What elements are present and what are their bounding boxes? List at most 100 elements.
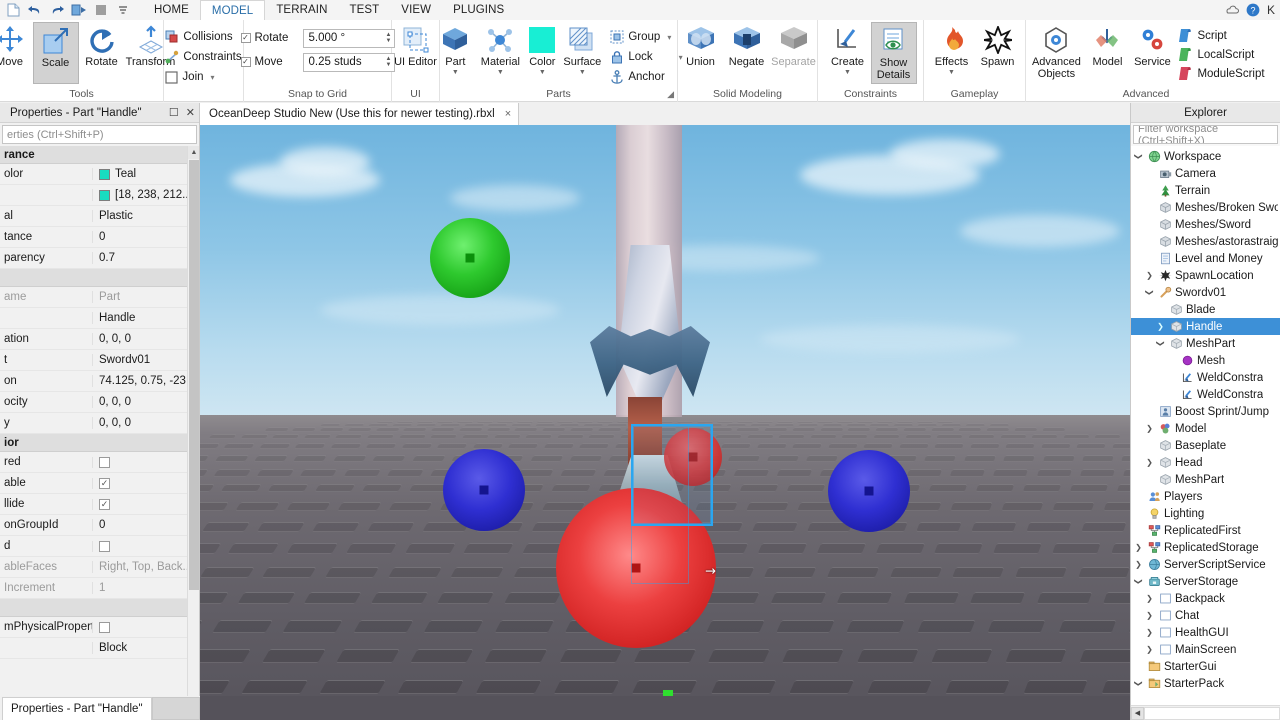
explorer-item-meshes-sword[interactable]: Meshes/Sword — [1131, 216, 1280, 233]
properties-list[interactable]: ▲ ▼ rance olor Teal [18, 238, 212... al Plast… — [0, 146, 199, 720]
surface-button[interactable]: Surface ▼ — [560, 22, 604, 84]
chevron-down-icon[interactable]: ❯ — [1134, 576, 1143, 587]
scroll-up-icon[interactable]: ▲ — [188, 146, 199, 159]
parts-dialog-launcher-icon[interactable]: ◢ — [667, 89, 674, 100]
color-caret-icon[interactable]: ▼ — [539, 69, 546, 76]
property-row[interactable]: parency 0.7 — [0, 248, 199, 269]
snap-move-checkbox[interactable]: ✓ — [240, 57, 251, 67]
property-value[interactable]: Teal — [92, 168, 199, 180]
model-button[interactable]: Model — [1085, 22, 1129, 84]
chevron-down-icon[interactable]: ❯ — [1145, 287, 1154, 298]
property-value[interactable]: 0, 0, 0 — [92, 333, 199, 345]
properties-scrollbar[interactable]: ▲ ▼ — [187, 146, 199, 720]
tab-plugins[interactable]: PLUGINS — [442, 0, 515, 20]
explorer-hscrollbar[interactable]: ◀ — [1131, 705, 1280, 720]
property-category-row[interactable]: ior — [0, 434, 199, 452]
property-row[interactable]: [18, 238, 212... — [0, 185, 199, 206]
property-row[interactable]: tance 0 — [0, 227, 199, 248]
snap-rotate-stepper[interactable]: ▲ ▼ — [386, 32, 392, 44]
explorer-item-mesh[interactable]: Mesh — [1131, 352, 1280, 369]
explorer-tree[interactable]: ❯ Workspace Camera Terrain Meshes/Broken Swo… — [1131, 146, 1280, 705]
negate-button[interactable]: Negate — [724, 22, 770, 84]
explorer-item-head[interactable]: ❯ Head — [1131, 454, 1280, 471]
property-value[interactable]: Plastic — [92, 210, 199, 222]
property-row[interactable]: on 74.125, 0.75, -23... — [0, 371, 199, 392]
property-checkbox[interactable]: ✓ — [99, 477, 110, 489]
join-caret-icon[interactable]: ▾ — [208, 73, 215, 82]
bottom-task-tab-properties[interactable]: Properties - Part "Handle" — [2, 696, 152, 720]
explorer-item-workspace[interactable]: ❯ Workspace — [1131, 148, 1280, 165]
material-button[interactable]: Material ▼ — [476, 22, 524, 84]
color-swatch[interactable] — [99, 168, 110, 180]
chevron-right-icon[interactable]: ❯ — [1155, 322, 1166, 331]
explorer-item-terrain[interactable]: Terrain — [1131, 182, 1280, 199]
close-icon[interactable]: × — [505, 108, 511, 120]
explorer-item-meshpart[interactable]: MeshPart — [1131, 471, 1280, 488]
chevron-right-icon[interactable]: ❯ — [1144, 271, 1155, 280]
stop-icon[interactable] — [91, 1, 111, 19]
property-row[interactable]: ocity 0, 0, 0 — [0, 392, 199, 413]
effects-caret-icon[interactable]: ▼ — [948, 69, 955, 76]
property-row[interactable]: t Swordv01 — [0, 350, 199, 371]
property-value[interactable]: 1 — [92, 582, 199, 594]
run-icon[interactable] — [69, 1, 89, 19]
surface-caret-icon[interactable]: ▼ — [579, 69, 586, 76]
property-value[interactable]: 0 — [92, 231, 199, 243]
snap-move-input[interactable]: 0.25 studs ▲ ▼ — [302, 52, 395, 72]
property-value[interactable] — [92, 621, 199, 633]
chevron-right-icon[interactable]: ❯ — [1133, 543, 1144, 552]
property-row[interactable]: Handle — [0, 308, 199, 329]
property-value[interactable]: 0, 0, 0 — [92, 396, 199, 408]
cloud-icon[interactable] — [1225, 5, 1239, 15]
join-toggle[interactable]: Join ▾ — [165, 67, 241, 87]
property-checkbox[interactable] — [99, 456, 110, 468]
property-value[interactable]: [18, 238, 212... — [92, 189, 199, 201]
property-checkbox[interactable]: ✓ — [99, 498, 110, 510]
property-row[interactable]: Block — [0, 638, 199, 659]
modulescript-button[interactable]: ModuleScript — [1175, 64, 1265, 83]
group-caret-icon[interactable]: ▾ — [664, 33, 671, 42]
explorer-item-meshes-astorastraig[interactable]: Meshes/astorastraig — [1131, 233, 1280, 250]
advanced-objects-button[interactable]: Advanced Objects — [1027, 22, 1085, 84]
property-row[interactable]: ation 0, 0, 0 — [0, 329, 199, 350]
explorer-item-players[interactable]: Players — [1131, 488, 1280, 505]
tab-home[interactable]: HOME — [143, 0, 200, 20]
property-value[interactable] — [92, 540, 199, 552]
chevron-down-icon[interactable]: ❯ — [1134, 151, 1143, 162]
color-swatch[interactable] — [99, 189, 110, 201]
localscript-button[interactable]: LocalScript — [1175, 45, 1264, 64]
snap-rotate-input[interactable]: 5.000 ° ▲ ▼ — [302, 28, 395, 48]
property-row[interactable]: mPhysicalProperties — [0, 617, 199, 638]
effects-button[interactable]: Effects ▼ — [929, 22, 975, 84]
chevron-right-icon[interactable]: ❯ — [1133, 560, 1144, 569]
redo-icon[interactable] — [47, 1, 67, 19]
property-row[interactable]: onGroupId 0 — [0, 515, 199, 536]
property-row[interactable]: Increment 1 — [0, 578, 199, 599]
snap-move-stepper[interactable]: ▲ ▼ — [386, 56, 392, 68]
document-tab[interactable]: OceanDeep Studio New (Use this for newer… — [200, 103, 520, 125]
union-button[interactable]: Union — [678, 22, 724, 84]
chevron-right-icon[interactable]: ❯ — [1144, 594, 1155, 603]
property-value[interactable]: 0, 0, 0 — [92, 417, 199, 429]
customize-qat-icon[interactable] — [113, 1, 133, 19]
property-value[interactable]: Swordv01 — [92, 354, 199, 366]
tab-terrain[interactable]: TERRAIN — [265, 0, 338, 20]
explorer-item-chat[interactable]: ❯ Chat — [1131, 607, 1280, 624]
explorer-item-camera[interactable]: Camera — [1131, 165, 1280, 182]
explorer-item-weldconstra[interactable]: WeldConstra — [1131, 386, 1280, 403]
chevron-down-icon[interactable]: ❯ — [1134, 678, 1143, 689]
chevron-right-icon[interactable]: ❯ — [1144, 628, 1155, 637]
create-constraint-caret-icon[interactable]: ▼ — [844, 69, 851, 76]
explorer-filter-input[interactable]: Filter workspace (Ctrl+Shift+X) — [1133, 125, 1278, 144]
scale-tool-button[interactable]: Scale — [32, 22, 79, 84]
explorer-item-healthgui[interactable]: ❯ HealthGUI — [1131, 624, 1280, 641]
ui-editor-button[interactable]: UI Editor — [393, 22, 439, 84]
material-caret-icon[interactable]: ▼ — [497, 69, 504, 76]
explorer-item-serverscriptservice[interactable]: ❯ ServerScriptService — [1131, 556, 1280, 573]
show-details-button[interactable]: Show Details — [870, 22, 917, 84]
explorer-item-blade[interactable]: Blade — [1131, 301, 1280, 318]
property-row[interactable]: ableFaces Right, Top, Back... — [0, 557, 199, 578]
properties-filter-input[interactable]: erties (Ctrl+Shift+P) — [2, 125, 197, 144]
property-value[interactable]: Handle — [92, 312, 199, 324]
snap-rotate-checkbox[interactable]: ✓ — [240, 33, 251, 43]
